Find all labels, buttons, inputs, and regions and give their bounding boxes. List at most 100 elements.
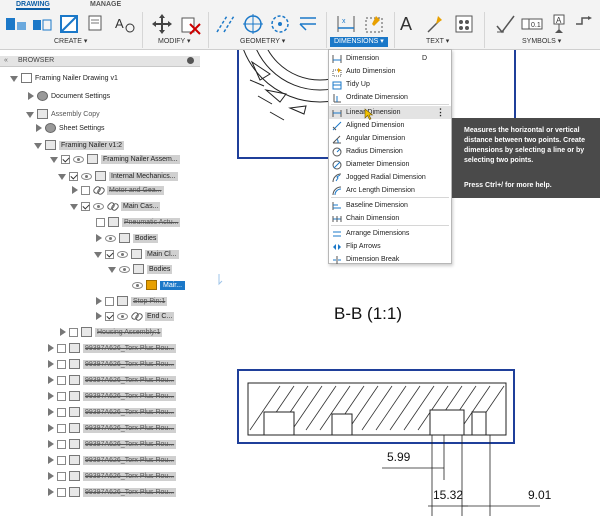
checkbox[interactable] bbox=[69, 171, 78, 181]
tree-node-main-body[interactable]: Mair... bbox=[132, 278, 186, 292]
checkbox[interactable] bbox=[81, 185, 90, 195]
collapse-icon[interactable] bbox=[94, 311, 102, 321]
base-view-icon[interactable] bbox=[4, 12, 28, 36]
collapse-icon[interactable] bbox=[58, 327, 66, 337]
tree-node-screw[interactable]: 99397A626_Torx Plus Rou... bbox=[46, 421, 177, 435]
tab-manage[interactable]: MANAGE bbox=[90, 0, 121, 10]
menu-item-tidy-up[interactable]: Tidy Up bbox=[329, 78, 451, 91]
visibility-eye-icon[interactable] bbox=[117, 250, 128, 258]
checkbox[interactable] bbox=[57, 343, 66, 353]
checkbox[interactable] bbox=[105, 311, 114, 321]
checkbox[interactable] bbox=[57, 455, 66, 465]
geometry-group-label[interactable]: GEOMETRY ▾ bbox=[240, 37, 285, 47]
auto-dimension-icon[interactable] bbox=[362, 12, 386, 36]
dimension-annotations[interactable] bbox=[382, 435, 540, 516]
tree-node-housing-assembly[interactable]: Housing Assembly:1 bbox=[58, 325, 163, 339]
collapse-icon[interactable] bbox=[46, 407, 54, 417]
menu-item-diameter-dimension[interactable]: Diameter Dimension bbox=[329, 158, 451, 171]
menu-item-jogged-radial-dimension[interactable]: Jogged Radial Dimension bbox=[329, 171, 451, 184]
collapse-icon[interactable] bbox=[46, 375, 54, 385]
visibility-eye-icon[interactable] bbox=[73, 155, 84, 163]
tree-node-screw[interactable]: 99397A626_Torx Plus Rou... bbox=[46, 453, 177, 467]
more-options-icon[interactable]: ⋮ bbox=[436, 107, 445, 118]
collapse-icon[interactable] bbox=[94, 296, 102, 306]
tree-node-screw[interactable]: 99397A626_Torx Plus Rou... bbox=[46, 373, 177, 387]
tree-node-screw[interactable]: 99397A626_Torx Plus Rou... bbox=[46, 389, 177, 403]
section-view-icon[interactable] bbox=[58, 12, 82, 36]
tree-node-sheet-settings[interactable]: Sheet Settings bbox=[34, 121, 105, 135]
expand-icon[interactable] bbox=[70, 201, 78, 211]
visibility-eye-icon[interactable] bbox=[132, 281, 143, 289]
menu-item-angular-dimension[interactable]: Angular Dimension bbox=[329, 132, 451, 145]
expand-icon[interactable] bbox=[50, 154, 58, 164]
collapse-icon[interactable] bbox=[26, 91, 34, 101]
projected-view-icon[interactable] bbox=[31, 12, 55, 36]
tree-node-screw[interactable]: 99397A626_Torx Plus Rou... bbox=[46, 485, 177, 499]
section-view-b[interactable] bbox=[237, 369, 515, 444]
tree-node-screw[interactable]: 99397A626_Torx Plus Rou... bbox=[46, 357, 177, 371]
tree-node-stop-pin[interactable]: Stop Pin:1 bbox=[94, 294, 168, 308]
menu-item-dimension[interactable]: Dimension D bbox=[329, 52, 451, 65]
dimension-value-15-32[interactable]: 15.32 bbox=[433, 488, 463, 502]
tree-node-document[interactable]: Framing Nailer Drawing v1 bbox=[10, 71, 118, 85]
tree-node-framing-nailer-assembly[interactable]: Framing Nailer Assem... bbox=[50, 152, 180, 166]
collapse-icon[interactable] bbox=[46, 439, 54, 449]
dimensions-group-label[interactable]: DIMENSIONS ▾ bbox=[330, 37, 388, 47]
menu-item-radius-dimension[interactable]: Radius Dimension bbox=[329, 145, 451, 158]
leader-icon[interactable] bbox=[424, 12, 448, 36]
visibility-eye-icon[interactable] bbox=[93, 202, 104, 210]
checkbox[interactable] bbox=[57, 487, 66, 497]
checkbox[interactable] bbox=[81, 201, 90, 211]
center-pattern-icon[interactable] bbox=[268, 12, 292, 36]
move-icon[interactable] bbox=[150, 12, 174, 36]
visibility-eye-icon[interactable] bbox=[119, 265, 130, 273]
tree-node-assembly-copy[interactable]: Assembly Copy bbox=[26, 107, 100, 121]
symbols-more-icon[interactable] bbox=[574, 12, 598, 36]
collapse-icon[interactable] bbox=[46, 487, 54, 497]
checkbox[interactable] bbox=[69, 327, 78, 337]
menu-item-arc-length-dimension[interactable]: Arc Length Dimension bbox=[329, 184, 451, 197]
tree-node-screw[interactable]: 99397A626_Torx Plus Rou... bbox=[46, 437, 177, 451]
tree-node-motor-and-gear[interactable]: Motor and Gea... bbox=[70, 183, 164, 197]
edge-extension-icon[interactable] bbox=[296, 12, 320, 36]
datum-identifier-icon[interactable]: A bbox=[547, 12, 571, 36]
checkbox[interactable] bbox=[105, 296, 114, 306]
expand-icon[interactable] bbox=[10, 73, 18, 83]
checkbox[interactable] bbox=[61, 154, 70, 164]
surface-texture-icon[interactable] bbox=[494, 12, 518, 36]
checkbox[interactable] bbox=[57, 375, 66, 385]
text-icon[interactable]: A bbox=[400, 12, 424, 36]
tab-drawing[interactable]: DRAWING bbox=[16, 0, 50, 10]
menu-item-dimension-break[interactable]: Dimension Break bbox=[329, 253, 451, 266]
tree-node-pneumatic-actuator[interactable]: Pneumatic Actu... bbox=[96, 215, 181, 229]
checkbox[interactable] bbox=[57, 471, 66, 481]
checkbox[interactable] bbox=[57, 439, 66, 449]
checkbox[interactable] bbox=[57, 359, 66, 369]
tree-node-main-case[interactable]: Main Cas... bbox=[70, 199, 161, 213]
collapse-icon[interactable] bbox=[46, 343, 54, 353]
dimension-value-5-99[interactable]: 5.99 bbox=[387, 450, 411, 464]
collapse-icon[interactable] bbox=[94, 233, 102, 243]
checkbox[interactable] bbox=[57, 407, 66, 417]
menu-item-baseline-dimension[interactable]: Baseline Dimension bbox=[329, 199, 451, 212]
note-icon[interactable] bbox=[452, 12, 476, 36]
modify-group-label[interactable]: MODIFY ▾ bbox=[158, 37, 191, 47]
collapse-icon[interactable] bbox=[46, 471, 54, 481]
tree-node-framing-nailer[interactable]: Framing Nailer v1:2 bbox=[34, 138, 125, 152]
detail-view-icon[interactable] bbox=[86, 12, 110, 36]
checkbox[interactable] bbox=[96, 217, 105, 227]
tree-node-internal-mechanics[interactable]: Internal Mechanics... bbox=[58, 169, 178, 183]
tree-node-screw[interactable]: 99397A626_Torx Plus Rou... bbox=[46, 341, 177, 355]
create-group-label[interactable]: CREATE ▾ bbox=[54, 37, 87, 47]
feature-control-frame-icon[interactable]: 0.1 bbox=[520, 12, 544, 36]
tree-node-screw[interactable]: 99397A626_Torx Plus Rou... bbox=[46, 405, 177, 419]
tree-node-document-settings[interactable]: Document Settings bbox=[26, 89, 110, 103]
collapse-icon[interactable] bbox=[34, 123, 42, 133]
expand-icon[interactable] bbox=[58, 171, 66, 181]
menu-item-linear-dimension[interactable]: Linear Dimension ⋮ bbox=[329, 106, 451, 119]
center-mark-icon[interactable] bbox=[241, 12, 265, 36]
visibility-eye-icon[interactable] bbox=[117, 312, 128, 320]
collapse-arrows-icon[interactable]: « bbox=[4, 57, 8, 64]
tree-node-bodies[interactable]: Bodies bbox=[94, 231, 159, 245]
menu-item-chain-dimension[interactable]: Chain Dimension bbox=[329, 212, 451, 225]
